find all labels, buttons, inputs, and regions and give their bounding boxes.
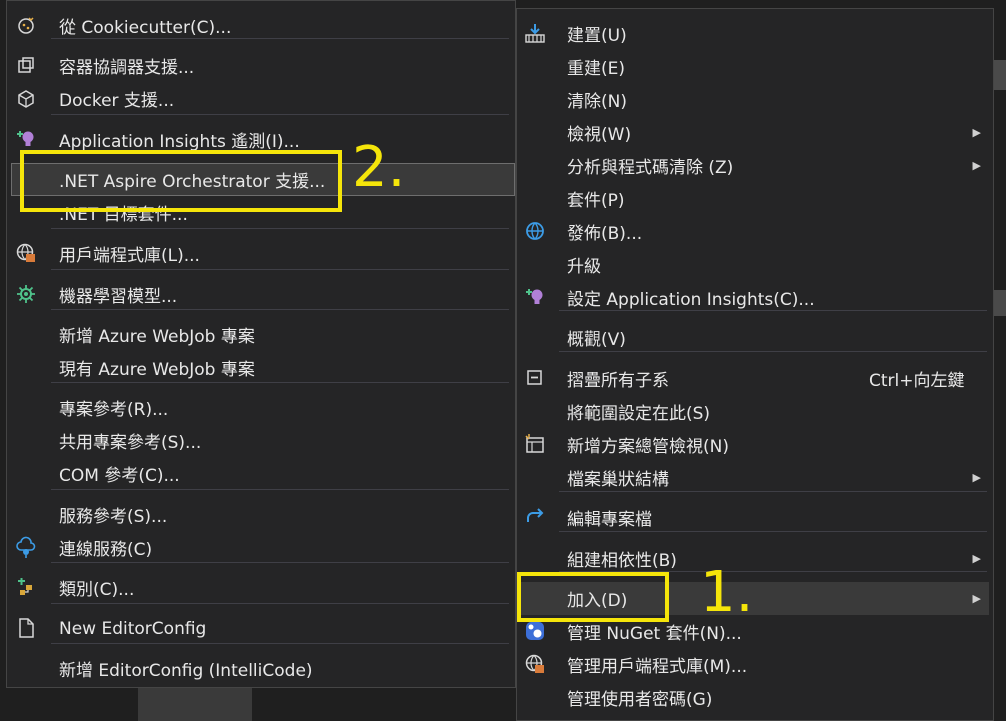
menu-item-label: 機器學習模型... [59, 287, 178, 307]
nuget-icon [524, 620, 546, 642]
new-view-icon [524, 433, 546, 455]
menu-item-label: 重建(E) [567, 59, 626, 79]
menu-item-clean[interactable]: 清除(N) [517, 83, 993, 116]
menu-item-label: 清除(N) [567, 92, 627, 112]
menu-item-editorconfig[interactable]: New EditorConfig [7, 612, 515, 645]
menu-item-label: 檔案巢狀結構 [567, 470, 669, 490]
menu-item-label: 新增 EditorConfig (IntelliCode) [59, 661, 313, 681]
menu-item-analyze[interactable]: 分析與程式碼清除 (Z) ▶ [517, 149, 993, 182]
menu-item-label: 建置(U) [567, 26, 627, 46]
connected-service-icon [15, 536, 37, 558]
menu-item-label: 檢視(W) [567, 125, 632, 145]
document-icon [15, 617, 37, 639]
build-icon [524, 22, 546, 44]
menu-item-label: 摺疊所有子系 [567, 371, 669, 391]
menu-item-configinsights[interactable]: 設定 Application Insights(C)... [517, 281, 993, 314]
menu-item-label: 設定 Application Insights(C)... [567, 290, 815, 310]
menu-item-label: 編輯專案檔 [567, 510, 652, 530]
step1-number: 1. [700, 560, 754, 625]
menu-item-shortcut: Ctrl+向左鍵 [869, 371, 965, 391]
step2-number: 2. [352, 135, 406, 200]
menu-item-projref[interactable]: 專案參考(R)... [7, 391, 515, 424]
menu-item-label: 管理用戶端程式庫(M)... [567, 657, 748, 677]
right-scrollbar-track[interactable] [994, 60, 1006, 90]
client-library-icon [524, 653, 546, 675]
menu-item-container[interactable]: 容器協調器支援... [7, 49, 515, 82]
menu-item-collapse[interactable]: 摺疊所有子系 Ctrl+向左鍵 [517, 362, 993, 395]
menu-item-editproj[interactable]: 編輯專案檔 [517, 501, 993, 534]
menu-item-clientlib[interactable]: 用戶端程式庫(L)... [7, 237, 515, 270]
lightbulb-add-icon [15, 128, 37, 150]
menu-item-label: 管理使用者密碼(G) [567, 690, 713, 710]
menu-item-label: 共用專案參考(S)... [59, 433, 202, 453]
right-scrollbar-thumb[interactable] [994, 290, 1006, 316]
menu-item-label: 容器協調器支援... [59, 58, 195, 78]
menu-item-class[interactable]: 類別(C)... [7, 571, 515, 604]
menu-item-builddeps[interactable]: 組建相依性(B) ▶ [517, 542, 993, 575]
menu-item-newview[interactable]: 新增方案總管檢視(N) [517, 428, 993, 461]
menu-item-label: 升級 [567, 257, 601, 277]
menu-item-label: Application Insights 遙測(I)... [59, 132, 300, 152]
menu-item-publish[interactable]: 發佈(B)... [517, 215, 993, 248]
globe-icon [524, 220, 546, 242]
chevron-right-icon: ▶ [972, 471, 981, 484]
background-panel-bottom [138, 688, 252, 721]
menu-item-label: 新增 Azure WebJob 專案 [59, 327, 255, 347]
menu-item-mlmodel[interactable]: 機器學習模型... [7, 278, 515, 311]
menu-item-label: 套件(P) [567, 191, 625, 211]
menu-item-connectedservice[interactable]: 連線服務(C) [7, 531, 515, 564]
menu-item-label: 將範圍設定在此(S) [567, 404, 711, 424]
menu-item-docker[interactable]: Docker 支援... [7, 82, 515, 115]
chevron-right-icon: ▶ [972, 126, 981, 139]
menu-item-label: 從 Cookiecutter(C)... [59, 18, 232, 38]
menu-item-newwebjob[interactable]: 新增 Azure WebJob 專案 [7, 318, 515, 351]
chevron-right-icon: ▶ [972, 552, 981, 565]
menu-item-cookiecutter[interactable]: 從 Cookiecutter(C)... [7, 9, 515, 42]
menu-item-label: Docker 支援... [59, 91, 175, 111]
menu-item-label: COM 參考(C)... [59, 466, 180, 486]
chevron-right-icon: ▶ [972, 159, 981, 172]
menu-item-sharedref[interactable]: 共用專案參考(S)... [7, 424, 515, 457]
menu-item-existingwebjob[interactable]: 現有 Azure WebJob 專案 [7, 351, 515, 384]
menu-item-label: 用戶端程式庫(L)... [59, 246, 200, 266]
menu-item-view[interactable]: 檢視(W) ▶ [517, 116, 993, 149]
chevron-right-icon: ▶ [972, 592, 981, 605]
menu-item-nesting[interactable]: 檔案巢狀結構 ▶ [517, 461, 993, 494]
menu-item-secrets[interactable]: 管理使用者密碼(G) [517, 681, 993, 714]
menu-item-label: 類別(C)... [59, 580, 135, 600]
menu-item-label: 連線服務(C) [59, 540, 153, 560]
step2-highlight-box [20, 150, 342, 212]
menu-item-comref[interactable]: COM 參考(C)... [7, 457, 515, 490]
menu-item-label: 概觀(V) [567, 330, 626, 350]
lightbulb-add-icon [524, 286, 546, 308]
menu-item-pack[interactable]: 套件(P) [517, 182, 993, 215]
menu-item-label: 發佈(B)... [567, 224, 643, 244]
menu-item-overview[interactable]: 概觀(V) [517, 321, 993, 354]
menu-item-label: 專案參考(R)... [59, 400, 169, 420]
menu-item-editorconfig-ic[interactable]: 新增 EditorConfig (IntelliCode) [7, 652, 515, 685]
step1-highlight-box [517, 572, 669, 622]
ml-model-icon [15, 283, 37, 305]
docker-icon [15, 87, 37, 109]
client-library-icon [15, 242, 37, 264]
background-panel-edge [262, 688, 516, 721]
menu-item-serviceref[interactable]: 服務參考(S)... [7, 498, 515, 531]
menu-item-label: 組建相依性(B) [567, 551, 677, 571]
menu-item-scope[interactable]: 將範圍設定在此(S) [517, 395, 993, 428]
menu-item-label: 現有 Azure WebJob 專案 [59, 360, 255, 380]
menu-item-build[interactable]: 建置(U) [517, 17, 993, 50]
class-icon [15, 576, 37, 598]
menu-item-label: New EditorConfig [59, 618, 207, 639]
cookiecutter-icon [15, 14, 37, 36]
container-icon [15, 54, 37, 76]
collapse-icon [524, 367, 546, 389]
menu-item-label: 分析與程式碼清除 (Z) [567, 158, 734, 178]
add-submenu: 從 Cookiecutter(C)... 容器協調器支援... Docker 支援.… [6, 0, 516, 688]
menu-item-rebuild[interactable]: 重建(E) [517, 50, 993, 83]
menu-item-label: 新增方案總管檢視(N) [567, 437, 729, 457]
menu-item-label: 服務參考(S)... [59, 507, 168, 527]
menu-item-upgrade[interactable]: 升級 [517, 248, 993, 281]
redo-arrow-icon [524, 506, 546, 528]
menu-item-clientlibs[interactable]: 管理用戶端程式庫(M)... [517, 648, 993, 681]
